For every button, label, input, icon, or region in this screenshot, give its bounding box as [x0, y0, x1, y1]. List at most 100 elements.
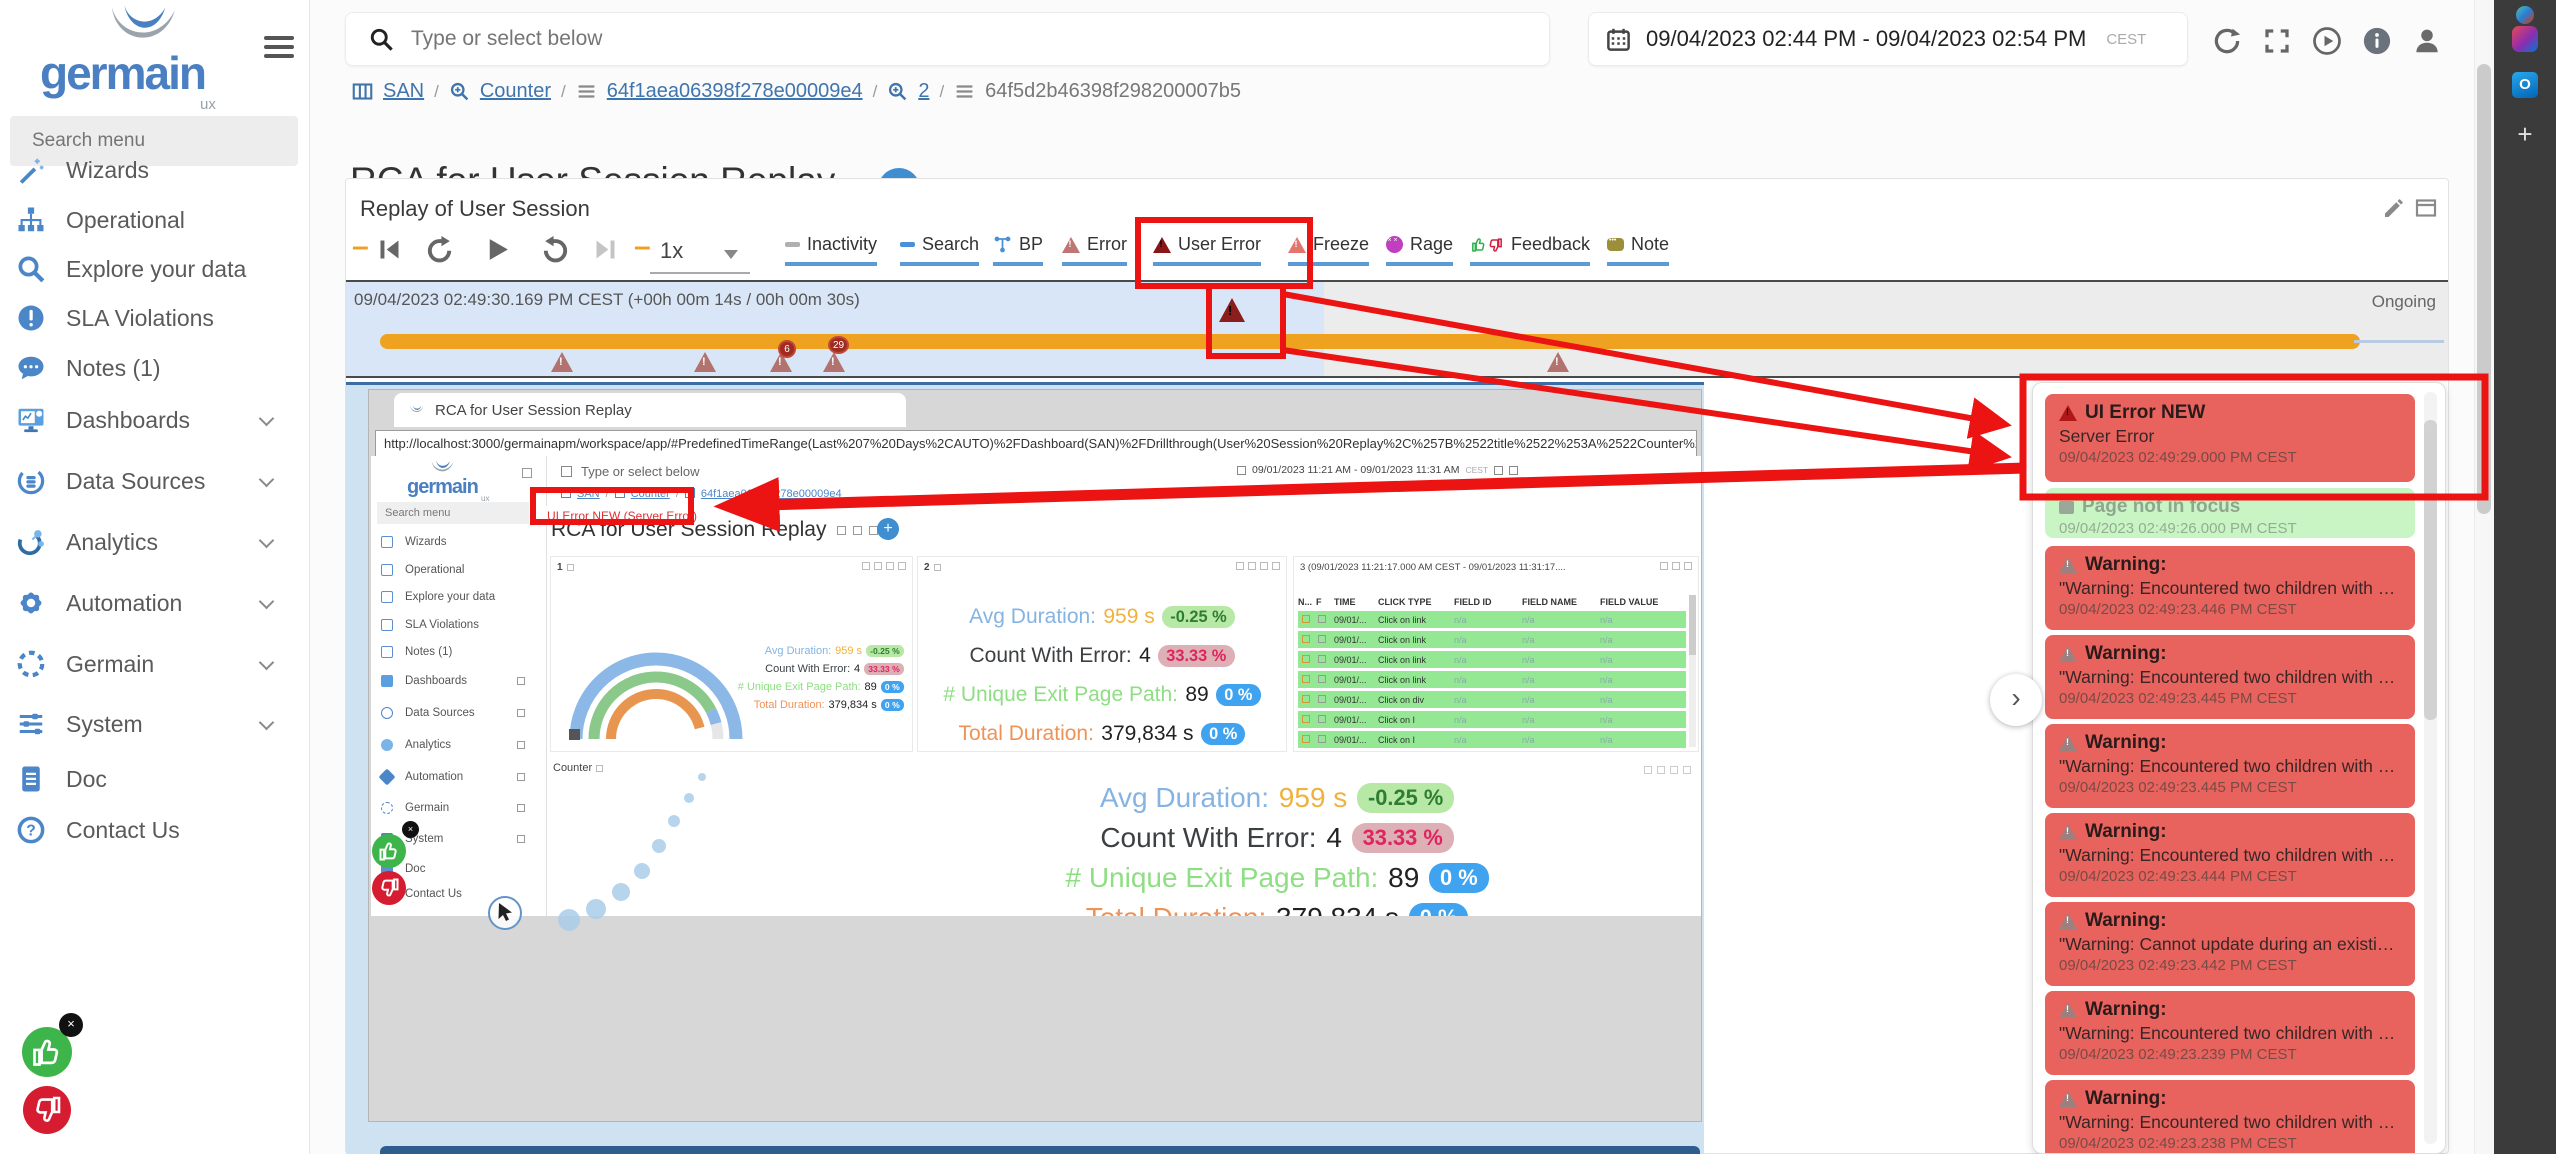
edit-icon[interactable] [2382, 196, 2406, 220]
breadcrumb-link-session[interactable]: 64f1aea06398f278e00009e4 [607, 80, 863, 103]
error-marker[interactable] [1547, 352, 1569, 372]
playback-speed-select[interactable]: 1x [660, 238, 683, 264]
sidebar-item-analytics[interactable]: Analytics [16, 523, 298, 561]
app-window: germain ux Wizards Operational Explore y… [0, 0, 2556, 1154]
notifications-panel: UI Error NEW Server Error 09/04/2023 02:… [2032, 382, 2446, 1154]
legend-user-error[interactable]: User Error [1153, 234, 1261, 266]
germain-favicon [408, 403, 425, 417]
timeline-progress-bar[interactable] [380, 334, 2360, 349]
alert-circle-icon [16, 303, 46, 333]
play-circle-button[interactable] [2312, 26, 2342, 56]
outlook-icon[interactable]: O [2512, 72, 2538, 98]
user-profile-button[interactable] [2412, 26, 2442, 56]
replay-viewport[interactable]: RCA for User Session Replay http://local… [346, 382, 1704, 1154]
timeline-remaining-region[interactable] [1324, 282, 2448, 376]
replayed-stats-panel: 2 Avg Duration:959 s-0.25 % Count With E… [917, 556, 1287, 752]
legend-feedback[interactable]: Feedback [1470, 234, 1590, 266]
info-button[interactable] [2362, 26, 2392, 56]
legend-error[interactable]: Error [1062, 234, 1127, 266]
skip-to-start-button[interactable] [376, 236, 403, 263]
microsoft-365-icon[interactable] [2512, 26, 2538, 52]
notification-warning[interactable]: Warning: "Warning: Encountered two child… [2045, 546, 2415, 630]
sidebar-item-germain[interactable]: Germain [16, 645, 298, 683]
error-marker[interactable] [823, 352, 845, 372]
breadcrumb-link-san[interactable]: SAN [383, 80, 424, 103]
speed-caret-icon[interactable] [724, 250, 738, 259]
sidebar-item-automation[interactable]: Automation [16, 584, 298, 622]
panel-scrollbar-thumb[interactable] [2424, 420, 2437, 720]
warning-icon [2059, 913, 2077, 929]
step-forward-button[interactable] [540, 234, 571, 265]
sidebar-item-system[interactable]: System [16, 705, 298, 743]
analytics-icon [16, 527, 46, 557]
sidebar-item-label: Dashboards [66, 407, 190, 434]
browser-extension-icon[interactable] [2516, 6, 2534, 24]
popout-icon[interactable] [2414, 196, 2438, 220]
timezone-label: CEST [2106, 31, 2146, 48]
date-range-picker[interactable]: 09/04/2023 02:44 PM - 09/04/2023 02:54 P… [1588, 12, 2188, 66]
fullscreen-button[interactable] [2262, 26, 2292, 56]
sidebar-item-notes[interactable]: Notes (1) [16, 349, 298, 387]
new-tab-icon[interactable]: + [2513, 122, 2537, 146]
play-button[interactable] [482, 234, 513, 265]
notification-warning[interactable]: Warning: "Warning: Encountered two child… [2045, 1080, 2415, 1154]
global-search[interactable] [345, 12, 1550, 66]
error-count-badge[interactable]: 6 [778, 340, 796, 358]
feedback-thumbs-down-button[interactable] [23, 1086, 71, 1134]
sidebar-item-label: Analytics [66, 529, 158, 556]
notification-warning[interactable]: Warning: "Warning: Encountered two child… [2045, 991, 2415, 1075]
list-icon [954, 81, 975, 102]
replayed-cursor [488, 896, 522, 930]
user-error-icon [1153, 237, 1171, 253]
sidebar-item-label: Wizards [66, 157, 149, 184]
legend-inactivity[interactable]: Inactivity [785, 234, 877, 266]
step-back-button[interactable] [424, 234, 455, 265]
sidebar-item-sla-violations[interactable]: SLA Violations [16, 299, 298, 337]
legend-bp[interactable]: BP [993, 234, 1043, 266]
sidebar-item-contact-us[interactable]: ? Contact Us [16, 811, 298, 849]
replayed-counter-label: Counter [553, 762, 603, 774]
dashboard-columns-icon [352, 81, 373, 102]
inactivity-icon [785, 242, 800, 247]
zoom-out-button[interactable]: – [352, 230, 369, 264]
zoom-in-button[interactable]: – [634, 230, 651, 264]
user-error-marker[interactable] [1219, 298, 1245, 322]
notification-ui-error[interactable]: UI Error NEW Server Error 09/04/2023 02:… [2045, 394, 2415, 482]
warning-icon [2059, 735, 2077, 751]
list-icon [576, 81, 597, 102]
sidebar-item-wizards[interactable]: Wizards [16, 151, 298, 189]
refresh-button[interactable] [2212, 26, 2242, 56]
sidebar-item-label: SLA Violations [66, 305, 214, 332]
notification-warning[interactable]: Warning: "Warning: Encountered two child… [2045, 724, 2415, 808]
notification-warning[interactable]: Warning: "Warning: Encountered two child… [2045, 635, 2415, 719]
panel-collapse-button[interactable]: › [1990, 674, 2042, 726]
legend-note[interactable]: Note [1607, 234, 1669, 266]
sidebar-item-doc[interactable]: Doc [16, 760, 298, 798]
global-search-input[interactable] [411, 27, 1411, 51]
main-scrollbar-thumb[interactable] [2477, 64, 2491, 514]
error-marker[interactable] [694, 352, 716, 372]
notification-warning[interactable]: Warning: "Warning: Cannot update during … [2045, 902, 2415, 986]
skip-to-end-button[interactable] [592, 236, 619, 263]
page-icon [2059, 501, 2074, 514]
sidebar-item-operational[interactable]: Operational [16, 201, 298, 239]
legend-freeze[interactable]: Freeze [1288, 234, 1369, 266]
sidebar-item-data-sources[interactable]: Data Sources [16, 462, 298, 500]
breadcrumb-link-2[interactable]: 2 [918, 80, 929, 103]
error-count-badge[interactable]: 29 [828, 336, 849, 354]
replay-timeline[interactable]: 09/04/2023 02:49:30.169 PM CEST (+00h 00… [346, 280, 2448, 378]
search-icon [16, 254, 46, 284]
notification-page-focus[interactable]: Page not in focus 09/04/2023 02:49:26.00… [2045, 488, 2415, 538]
data-source-icon [16, 466, 46, 496]
feedback-dismiss-button[interactable]: × [59, 1013, 83, 1037]
error-marker[interactable] [551, 352, 573, 372]
sidebar-item-dashboards[interactable]: Dashboards [16, 401, 298, 439]
legend-rage[interactable]: Rage [1386, 234, 1453, 266]
breadcrumb-link-counter[interactable]: Counter [480, 80, 551, 103]
replayed-table-panel: 3 (09/01/2023 11:21:17.000 AM CEST - 09/… [1293, 556, 1699, 752]
sidebar-item-explore[interactable]: Explore your data [16, 250, 298, 288]
notification-warning[interactable]: Warning: "Warning: Encountered two child… [2045, 813, 2415, 897]
legend-search[interactable]: Search [900, 234, 979, 266]
menu-toggle-icon[interactable] [264, 36, 294, 63]
breadcrumb-current: 64f5d2b46398f298200007b5 [985, 80, 1241, 103]
